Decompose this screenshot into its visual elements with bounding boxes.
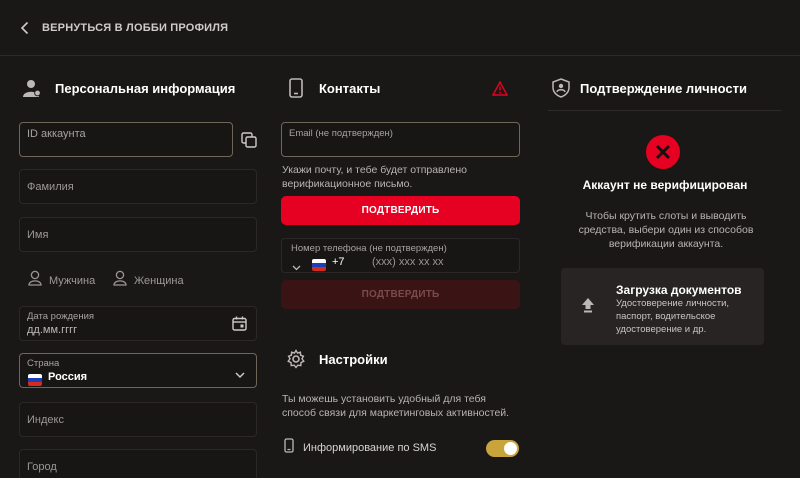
male-icon xyxy=(28,270,42,291)
russia-flag-icon xyxy=(28,371,42,389)
identity-title: Подтверждение личности xyxy=(580,80,747,96)
upload-icon xyxy=(581,297,595,318)
last-name-input[interactable]: Фамилия xyxy=(19,169,257,204)
verification-status: Аккаунт не верифицирован xyxy=(582,178,748,192)
account-id-field[interactable]: ID аккаунта xyxy=(19,122,233,157)
gender-female-label: Женщина xyxy=(134,274,184,287)
identity-description: Чтобы крутить слоты и выводить средства,… xyxy=(578,210,754,250)
shield-user-icon xyxy=(548,75,574,101)
personal-info-header: Персональная информация xyxy=(19,75,235,101)
phone-icon xyxy=(284,438,294,458)
country-value: Россия xyxy=(48,371,88,383)
russia-flag-icon xyxy=(312,256,326,274)
gender-female-option[interactable]: Женщина xyxy=(113,270,184,291)
birth-date-label: Дата рождения xyxy=(27,311,95,322)
postal-code-input[interactable]: Индекс xyxy=(19,402,257,437)
settings-title: Настройки xyxy=(319,351,388,367)
sms-toggle-knob xyxy=(504,442,517,455)
phone-icon xyxy=(283,75,309,101)
gear-icon xyxy=(283,346,309,372)
email-label: Email (не подтвержден) xyxy=(289,128,393,139)
phone-label: Номер телефона (не подтвержден) xyxy=(291,243,447,254)
female-icon xyxy=(113,270,127,291)
confirm-phone-button[interactable]: ПОДТВЕРДИТЬ xyxy=(281,280,520,309)
contacts-header: Контакты xyxy=(283,75,380,101)
contacts-title: Контакты xyxy=(319,80,381,96)
gender-male-option[interactable]: Мужчина xyxy=(28,270,95,291)
account-id-label: ID аккаунта xyxy=(27,128,86,140)
postal-code-placeholder: Индекс xyxy=(27,414,64,426)
phone-input[interactable]: Номер телефона (не подтвержден) +7 (xxx)… xyxy=(281,238,520,273)
country-select[interactable]: Страна Россия xyxy=(19,353,257,388)
chevron-left-icon xyxy=(20,21,29,35)
document-upload-card[interactable]: Загрузка документов Удостоверение личнос… xyxy=(561,268,764,345)
sms-toggle[interactable] xyxy=(486,440,519,457)
sms-label: Информирование по SMS xyxy=(303,442,437,454)
birth-date-placeholder: дд.мм.гггг xyxy=(27,324,78,336)
identity-header: Подтверждение личности xyxy=(548,75,747,101)
birth-date-input[interactable]: Дата рождения дд.мм.гггг xyxy=(19,306,257,341)
confirm-email-button[interactable]: ПОДТВЕРДИТЬ xyxy=(281,196,520,225)
calendar-icon[interactable] xyxy=(232,316,247,336)
first-name-input[interactable]: Имя xyxy=(19,217,257,252)
gender-male-label: Мужчина xyxy=(49,274,96,287)
identity-divider xyxy=(548,110,782,111)
chevron-down-icon[interactable] xyxy=(292,258,301,276)
error-x-icon xyxy=(645,134,681,175)
phone-code: +7 xyxy=(332,256,345,268)
sms-setting-row: Информирование по SMS xyxy=(284,438,520,458)
email-help-text: Укажи почту, и тебе будет отправлено вер… xyxy=(282,164,467,190)
last-name-placeholder: Фамилия xyxy=(27,181,74,193)
upload-description: Удостоверение личности, паспорт, водител… xyxy=(616,298,730,335)
email-input[interactable]: Email (не подтвержден) xyxy=(281,122,520,157)
phone-placeholder: (xxx) xxx xx xx xyxy=(372,256,444,268)
personal-info-title: Персональная информация xyxy=(55,80,236,96)
back-label: ВЕРНУТЬСЯ В ЛОББИ ПРОФИЛЯ xyxy=(42,21,229,34)
warning-icon xyxy=(491,80,509,101)
country-label: Страна xyxy=(27,358,60,369)
chevron-down-icon xyxy=(235,366,245,384)
user-icon xyxy=(19,75,45,101)
city-placeholder: Город xyxy=(27,461,57,473)
back-to-profile-lobby-link[interactable]: ВЕРНУТЬСЯ В ЛОББИ ПРОФИЛЯ xyxy=(20,21,228,35)
top-bar: ВЕРНУТЬСЯ В ЛОББИ ПРОФИЛЯ xyxy=(0,0,800,56)
settings-description: Ты можешь установить удобный для тебя сп… xyxy=(282,393,510,419)
city-input[interactable]: Город xyxy=(19,449,257,478)
copy-icon[interactable] xyxy=(241,132,257,153)
first-name-placeholder: Имя xyxy=(27,229,49,241)
upload-title: Загрузка документов xyxy=(616,283,742,297)
settings-header: Настройки xyxy=(283,346,388,372)
